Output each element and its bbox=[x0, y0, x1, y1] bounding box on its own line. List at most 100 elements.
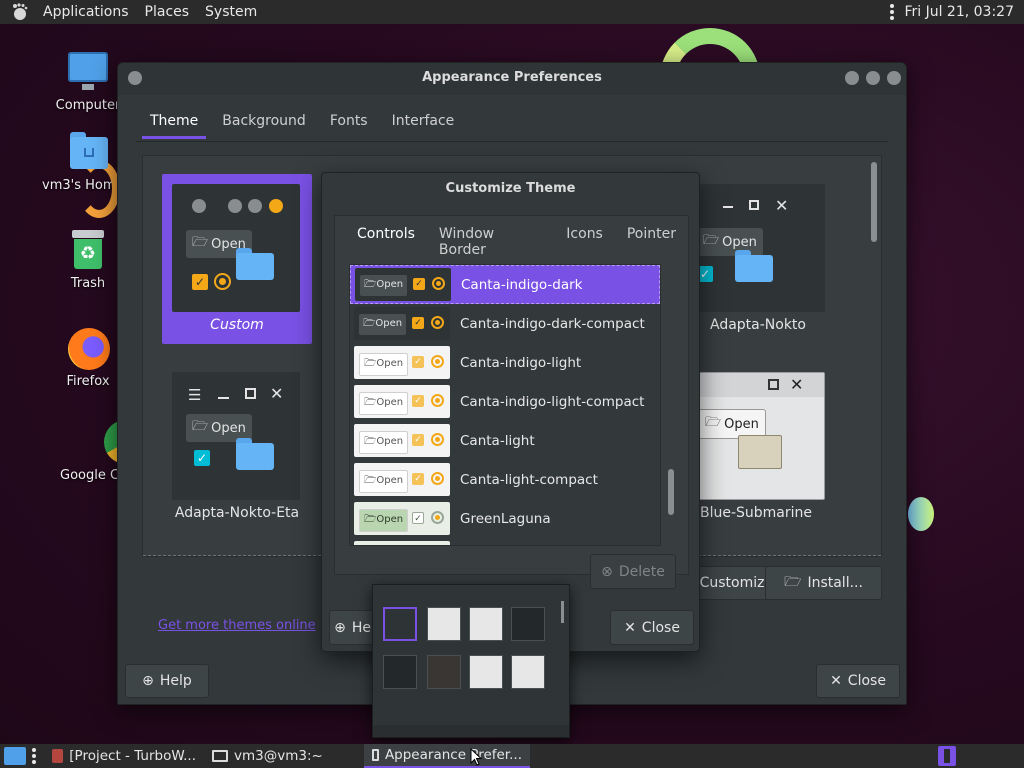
tab-controls[interactable]: Controls bbox=[345, 224, 427, 268]
terminal-icon bbox=[212, 750, 228, 762]
desktop-icon-label: Computer bbox=[55, 98, 121, 113]
window-title: Appearance Preferences bbox=[422, 70, 602, 85]
open-button-preview: 🗁Open bbox=[359, 314, 407, 335]
tab-theme[interactable]: Theme bbox=[138, 107, 210, 139]
minimize-icon bbox=[723, 206, 733, 208]
radio-icon bbox=[431, 472, 444, 485]
thumbnail-theme-tile bbox=[427, 655, 461, 689]
theme-list-item[interactable]: 🗁Open ✓ Canta-indigo-dark-compact bbox=[350, 304, 660, 343]
theme-thumbnail: ✕ 🗁 Open ✓ bbox=[697, 184, 825, 312]
maximize-icon bbox=[245, 388, 256, 399]
radio-icon bbox=[432, 277, 445, 290]
install-label: Install... bbox=[807, 575, 863, 591]
theme-list-item[interactable]: 🗁Open ✓ Canta-light-compact bbox=[350, 460, 660, 499]
bottom-taskbar: [Project - TurboW... vm3@vm3:~ Appearanc… bbox=[0, 744, 1024, 768]
open-label: Open bbox=[211, 420, 246, 436]
window-titlebar[interactable]: Appearance Preferences bbox=[118, 63, 906, 95]
theme-list-item[interactable]: 🗁Open ✓ GreenLaguna bbox=[350, 499, 660, 538]
appearance-tabs: Theme Background Fonts Interface bbox=[138, 107, 466, 139]
folder-icon bbox=[236, 438, 274, 470]
theme-list-item[interactable]: 🗁Open ✓ Canta-light bbox=[350, 421, 660, 460]
help-icon: ⊕ bbox=[334, 619, 346, 636]
desktop-icon-firefox[interactable]: Firefox bbox=[48, 326, 128, 389]
folder-icon bbox=[236, 248, 274, 280]
theme-list-item[interactable]: 🗁Open ✓ Canta-indigo-light-compact bbox=[350, 382, 660, 421]
workspace-switcher[interactable] bbox=[938, 746, 956, 766]
task-project[interactable]: [Project - TurboW... bbox=[44, 744, 204, 768]
gnome-foot-icon[interactable] bbox=[9, 2, 29, 22]
panel-menu-icon[interactable] bbox=[890, 4, 895, 20]
delete-button[interactable]: ⊗ Delete bbox=[590, 554, 676, 589]
desktop-icon-home[interactable]: vm3's Home bbox=[42, 130, 128, 193]
window-menu-icon[interactable] bbox=[128, 71, 142, 85]
desktop-icon-label: Google Chrome bbox=[60, 468, 118, 483]
titlebar-dot-icon bbox=[228, 199, 242, 213]
control-theme-preview: 🗁Open ✓ bbox=[354, 502, 450, 535]
minimize-icon[interactable] bbox=[845, 71, 859, 85]
wallpaper-dot-right bbox=[908, 497, 934, 531]
thumbnail-theme-tile bbox=[427, 607, 461, 641]
control-theme-preview: 🗁Open ✓ bbox=[354, 307, 450, 340]
desktop-icon-computer[interactable]: Computer bbox=[48, 50, 128, 113]
open-button-preview: 🗁Open bbox=[359, 470, 409, 493]
theme-name: Custom bbox=[210, 317, 264, 333]
task-appearance[interactable]: Appearance Prefer... bbox=[364, 744, 530, 768]
close-icon[interactable] bbox=[887, 71, 901, 85]
desktop-icon-label: vm3's Home bbox=[42, 178, 112, 193]
customize-tabs: Controls Window Border Icons Pointer bbox=[345, 224, 688, 268]
tab-window-border[interactable]: Window Border bbox=[427, 224, 554, 268]
theme-tile-adapta-nokto-eta[interactable]: ☰ ✕ 🗁 Open ✓ Adapta-Nokto-Eta bbox=[162, 362, 312, 532]
tabs-separator bbox=[136, 141, 888, 142]
close-icon: ✕ bbox=[624, 619, 636, 636]
desktop-icon-chrome[interactable]: Google Chrome bbox=[48, 420, 148, 483]
dialog-notebook: Controls Window Border Icons Pointer 🗁Op… bbox=[334, 215, 689, 575]
home-folder-icon bbox=[66, 130, 110, 174]
help-label: Help bbox=[159, 673, 192, 689]
theme-list-item[interactable] bbox=[350, 538, 660, 545]
tab-background[interactable]: Background bbox=[210, 107, 318, 139]
show-desktop-icon[interactable] bbox=[4, 747, 26, 765]
close-button[interactable]: ✕ Close bbox=[610, 610, 694, 645]
help-button[interactable]: ⊕ Help bbox=[125, 664, 209, 698]
install-button[interactable]: 🗁 Install... bbox=[765, 566, 882, 600]
theme-thumbnail: ✕ 🗁 Open bbox=[697, 372, 825, 500]
task-terminal[interactable]: vm3@vm3:~ bbox=[204, 744, 364, 768]
tab-icons[interactable]: Icons bbox=[554, 224, 615, 268]
minimize-icon bbox=[218, 397, 229, 399]
list-scrollbar[interactable] bbox=[668, 469, 674, 515]
close-button[interactable]: ✕ Close bbox=[816, 664, 900, 698]
radio-icon bbox=[431, 316, 444, 329]
taskbar-handle-icon[interactable] bbox=[32, 748, 36, 764]
menu-system[interactable]: System bbox=[197, 4, 265, 20]
thumbnail-scrollbar bbox=[561, 601, 564, 623]
tab-pointer[interactable]: Pointer bbox=[615, 224, 688, 268]
maximize-icon bbox=[749, 200, 759, 210]
open-button-preview: 🗁Open bbox=[359, 353, 409, 376]
desktop-icon-trash[interactable]: ♻ Trash bbox=[48, 228, 128, 291]
window-thumbnail-preview[interactable] bbox=[372, 584, 570, 738]
clock[interactable]: Fri Jul 21, 03:27 bbox=[904, 4, 1014, 20]
thumbnail-theme-tile bbox=[469, 655, 503, 689]
theme-list-item-label: Canta-light bbox=[460, 432, 535, 449]
menu-applications[interactable]: Applications bbox=[35, 4, 137, 20]
theme-list-item-label: GreenLaguna bbox=[460, 510, 551, 527]
theme-tile-custom[interactable]: 🗁 Open ✓ Custom bbox=[162, 174, 312, 344]
control-theme-preview: 🗁Open ✓ bbox=[354, 424, 450, 457]
theme-thumbnail: ☰ ✕ 🗁 Open ✓ bbox=[172, 372, 300, 500]
open-button-preview: 🗁Open bbox=[359, 509, 409, 532]
controls-theme-list: 🗁Open ✓ Canta-indigo-dark 🗁Open ✓ Canta-indig… bbox=[349, 264, 661, 546]
maximize-icon[interactable] bbox=[866, 71, 880, 85]
dialog-title[interactable]: Customize Theme bbox=[322, 173, 699, 205]
radio-icon bbox=[214, 273, 231, 290]
theme-grid-scrollbar[interactable] bbox=[871, 162, 877, 242]
window-icon bbox=[372, 749, 379, 761]
theme-list-item[interactable]: 🗁Open ✓ Canta-indigo-dark bbox=[350, 265, 660, 304]
maximize-icon bbox=[768, 379, 779, 390]
tab-interface[interactable]: Interface bbox=[380, 107, 467, 139]
tab-fonts[interactable]: Fonts bbox=[318, 107, 380, 139]
menu-places[interactable]: Places bbox=[137, 4, 198, 20]
get-more-themes-link[interactable]: Get more themes online bbox=[158, 618, 316, 633]
radio-icon bbox=[431, 355, 444, 368]
theme-list-item[interactable]: 🗁Open ✓ Canta-indigo-light bbox=[350, 343, 660, 382]
theme-list-item-label: Canta-indigo-light bbox=[460, 354, 582, 371]
